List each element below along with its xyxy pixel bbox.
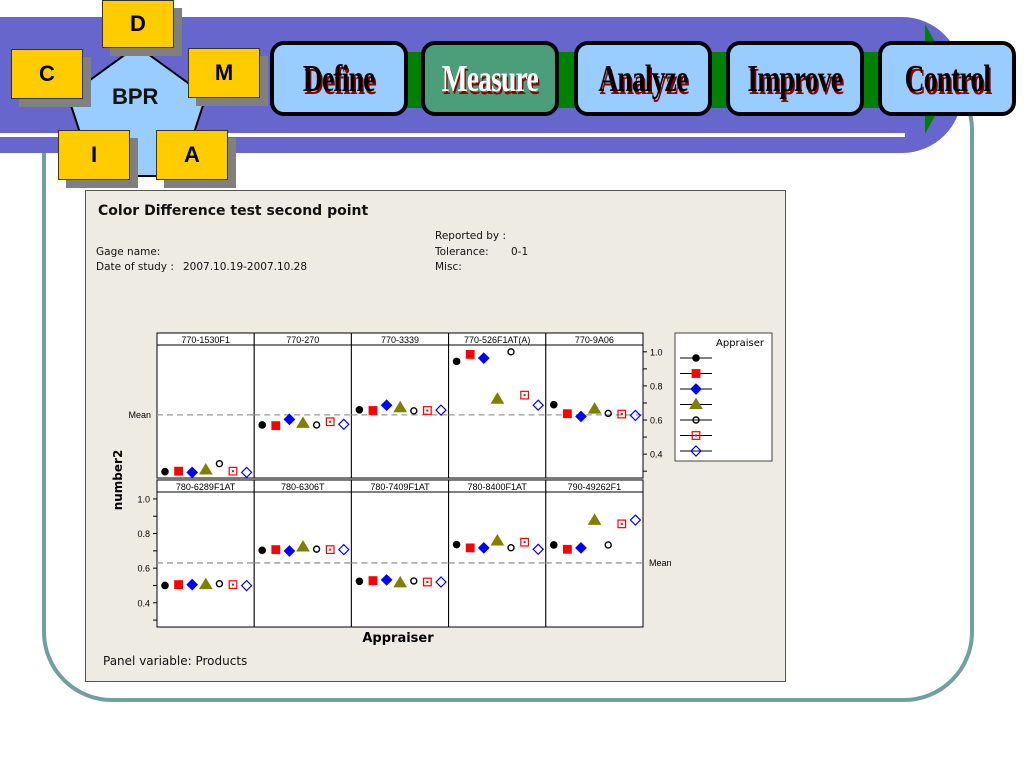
data-point (355, 577, 364, 586)
panel-frame (156, 332, 255, 479)
panel-label: 780-8400F1AT (468, 482, 528, 492)
data-point (368, 406, 378, 415)
panel-label: 770-3339 (381, 335, 419, 345)
panel-label: 780-7409F1AT (370, 482, 430, 492)
data-point-dot (620, 413, 623, 416)
data-point-dot (426, 409, 429, 412)
data-point-dot (523, 541, 526, 544)
data-point-dot (232, 583, 234, 586)
panel-frame (253, 332, 352, 479)
panel-frame (545, 479, 644, 628)
data-point (368, 576, 378, 586)
data-point (465, 543, 475, 553)
panel-frame (448, 479, 547, 628)
data-point (161, 581, 169, 590)
data-point (550, 400, 558, 409)
data-point-dot (620, 522, 623, 525)
legend-box (674, 332, 773, 462)
mean-label: Mean (128, 410, 151, 420)
data-point (355, 405, 364, 414)
mean-label: Mean (649, 558, 672, 568)
data-point-dot (232, 470, 234, 473)
y-tick-label: 0.6 (137, 564, 150, 574)
panel-label: 770-9A06 (575, 335, 614, 345)
y-tick-label: 0.4 (137, 598, 150, 608)
x-axis-label: Appraiser (362, 631, 434, 646)
panel-label: 780-6289F1AT (176, 482, 236, 492)
panel-label: 780-6306T (281, 482, 325, 492)
data-point (271, 545, 281, 555)
data-point (174, 580, 184, 589)
data-point (258, 546, 267, 555)
panel-label: 770-270 (286, 335, 319, 345)
panel-label: 770-1530F1 (181, 335, 230, 345)
data-point (452, 540, 461, 549)
data-point (271, 421, 281, 431)
data-point-dot (523, 394, 526, 397)
data-point (550, 541, 558, 549)
y-tick-label: 1.0 (137, 494, 150, 504)
multi-vari-chart: 770-1530F1 770-270 770-3339 770-526F1AT(A) 7… (111, 332, 773, 646)
panel-label: 770-526F1AT(A) (464, 335, 530, 345)
panel-frame (448, 332, 547, 479)
panel-frame (350, 479, 450, 628)
data-point-dot (329, 420, 332, 423)
data-point (562, 409, 572, 419)
data-point-dot (426, 581, 429, 583)
legend-marker (692, 354, 700, 362)
data-point-dot (329, 548, 332, 551)
y-tick-label: 0.6 (650, 416, 663, 426)
legend-marker (691, 369, 701, 378)
legend-title: Appraiser (716, 338, 765, 349)
data-point (465, 349, 475, 359)
panel-label: 790-49262F1 (568, 482, 622, 492)
y-tick-label: 0.8 (137, 529, 150, 539)
data-point (452, 357, 461, 366)
data-point (161, 467, 169, 476)
data-point (258, 421, 267, 429)
y-axis-label: number2 (111, 450, 125, 511)
y-tick-label: 0.4 (650, 450, 663, 460)
data-point (562, 544, 572, 554)
panel-frame (253, 479, 352, 628)
data-point (174, 466, 184, 476)
legend-marker-dot (695, 434, 697, 437)
y-tick-label: 1.0 (650, 347, 663, 357)
y-tick-label: 0.8 (650, 381, 663, 391)
panel-frame (156, 479, 255, 628)
